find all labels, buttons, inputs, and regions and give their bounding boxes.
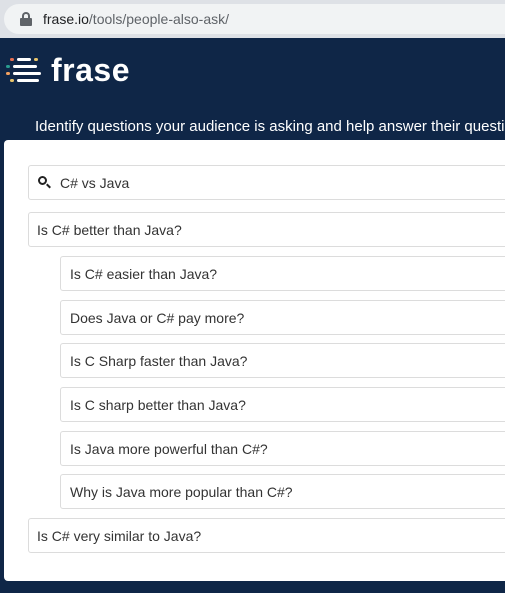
- url-domain: frase.io: [43, 11, 89, 27]
- search-input[interactable]: [60, 174, 480, 191]
- question-item[interactable]: Why is Java more popular than C#?: [60, 474, 505, 509]
- question-item[interactable]: Does Java or C# pay more?: [60, 300, 505, 335]
- url-text[interactable]: frase.io/tools/people-also-ask/: [43, 11, 229, 27]
- question-text: Does Java or C# pay more?: [70, 309, 245, 326]
- question-text: Is C# very similar to Java?: [37, 527, 202, 544]
- question-text: Why is Java more popular than C#?: [70, 483, 293, 500]
- lock-icon[interactable]: [20, 12, 32, 26]
- logo-text: frase: [51, 52, 130, 88]
- question-item[interactable]: Is C sharp better than Java?: [60, 387, 505, 422]
- search-icon[interactable]: [38, 176, 51, 189]
- browser-address-bar: frase.io/tools/people-also-ask/: [0, 0, 505, 38]
- question-item[interactable]: Is C# better than Java?: [28, 212, 505, 247]
- question-text: Is C# better than Java?: [37, 221, 182, 238]
- question-text: Is C Sharp faster than Java?: [70, 352, 248, 369]
- question-item[interactable]: Is Java more powerful than C#?: [60, 431, 505, 466]
- question-text: Is C# easier than Java?: [70, 265, 218, 282]
- question-item[interactable]: Is C# very similar to Java?: [28, 518, 505, 553]
- question-text: Is C sharp better than Java?: [70, 396, 246, 413]
- url-field[interactable]: frase.io/tools/people-also-ask/: [4, 4, 505, 34]
- site-header: frase Identify questions your audience i…: [0, 38, 505, 140]
- people-also-ask-panel: Is C# better than Java? Is C# easier tha…: [4, 140, 505, 581]
- url-path: /tools/people-also-ask/: [88, 11, 229, 27]
- question-item[interactable]: Is C Sharp faster than Java?: [60, 343, 505, 378]
- page-tagline: Identify questions your audience is aski…: [35, 118, 505, 135]
- question-item[interactable]: Is C# easier than Java?: [60, 256, 505, 291]
- question-text: Is Java more powerful than C#?: [70, 440, 268, 457]
- frase-logo-icon: [4, 53, 44, 89]
- frase-logo[interactable]: frase: [4, 52, 130, 89]
- search-box[interactable]: [28, 165, 505, 200]
